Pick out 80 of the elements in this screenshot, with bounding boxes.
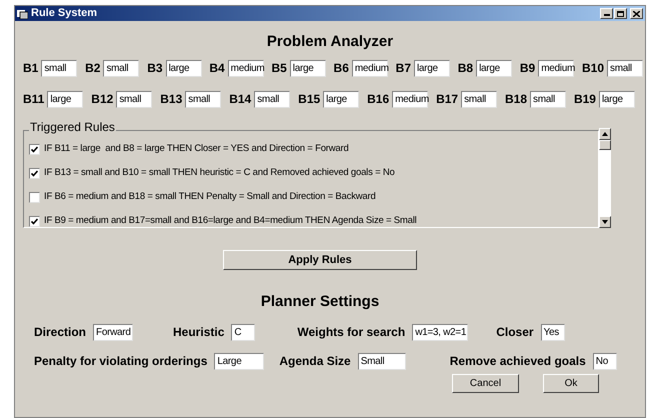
field-label: B6 [334,60,349,77]
text-field[interactable]: small [254,90,290,108]
field-label: B5 [271,60,287,77]
field-label: B4 [209,60,225,77]
rule-text: IF B9 = medium and B17=small and B16=large and B4=medium THEN Agenda Size = Small [44,214,417,228]
text-field[interactable]: Forward [93,324,134,340]
text-field[interactable]: small [607,60,643,76]
text-field[interactable]: small [103,60,140,76]
field-label: B2 [85,60,100,77]
text-field[interactable]: Yes [540,324,565,340]
checkbox[interactable] [29,168,40,178]
scroll-up-button[interactable] [599,128,611,140]
field-label: B8 [458,60,474,77]
apply-rules-button[interactable]: Apply Rules [223,250,417,270]
text-field[interactable]: medium [392,90,428,108]
field-label: B9 [520,60,536,77]
field-label: B10 [582,60,604,77]
scroll-thumb[interactable] [599,140,611,150]
maximize-button[interactable] [614,8,627,19]
checkbox[interactable] [29,144,40,154]
text-field[interactable]: small [185,90,222,108]
minimize-button[interactable] [600,8,613,19]
window-title: Rule System [31,8,98,19]
text-field[interactable]: small [41,60,78,76]
text-field[interactable]: small [530,90,566,108]
text-field[interactable]: large [414,60,450,76]
section-heading: Problem Analyzer [266,32,394,52]
field-label: B18 [505,91,528,108]
field-label: B14 [229,91,252,108]
text-field[interactable]: medium [538,60,574,76]
text-field[interactable]: large [476,60,512,76]
text-field[interactable]: No [592,352,617,370]
field-label: B15 [298,91,320,108]
field-label: B11 [23,91,44,108]
field-label: B17 [436,91,458,108]
text-field[interactable]: Large [214,352,264,370]
field-label: B12 [91,91,114,108]
text-field[interactable]: Small [358,352,406,370]
field-label: B16 [367,91,390,108]
field-label: Agenda Size [279,353,351,370]
scrollbar[interactable] [599,128,611,228]
section-heading: Planner Settings [260,292,380,312]
checkbox[interactable] [29,192,40,202]
checkbox[interactable] [29,216,40,226]
field-label: Penalty for violating orderings [34,353,208,370]
dialog-button[interactable]: Ok [543,374,599,393]
text-field[interactable]: C [231,324,256,340]
text-field[interactable]: large [598,90,635,108]
text-field[interactable]: small [116,90,152,108]
field-label: B19 [574,91,596,108]
scroll-down-button[interactable] [599,216,611,228]
text-field[interactable]: small [461,90,498,108]
down-arrow-icon [602,220,608,224]
rule-text: IF B6 = medium and B18 = small THEN Penalty = Small and Direction = Backward [44,190,376,204]
field-label: B7 [396,60,411,77]
text-field[interactable]: medium [352,60,388,76]
field-label: Weights for search [297,324,406,341]
field-label: B13 [160,91,182,108]
minimize-icon [604,14,610,16]
text-field[interactable]: large [323,90,360,108]
text-field[interactable]: large [290,60,326,76]
text-field[interactable]: large [47,90,84,108]
field-label: B1 [23,60,38,77]
field-label: Heuristic [173,324,224,341]
text-field[interactable]: w1=3, w2=1 [412,324,468,340]
app-icon [17,8,28,18]
field-label: B3 [147,60,163,77]
text-field[interactable]: large [166,60,202,76]
field-label: Remove achieved goals [450,353,586,370]
rule-text: IF B11 = large and B8 = large THEN Closer = YES and Direction = Forward [44,142,349,156]
rule-text: IF B13 = small and B10 = small THEN heuristic = C and Removed achieved goals = No [44,166,395,180]
field-label: Closer [496,324,534,341]
close-button[interactable] [630,8,643,19]
close-icon [633,10,640,16]
up-arrow-icon [602,132,608,136]
maximize-icon [617,10,624,16]
dialog-button[interactable]: Cancel [452,374,519,393]
text-field[interactable]: medium [228,60,264,76]
group-title: Triggered Rules [29,121,116,133]
field-label: Direction [34,324,86,341]
